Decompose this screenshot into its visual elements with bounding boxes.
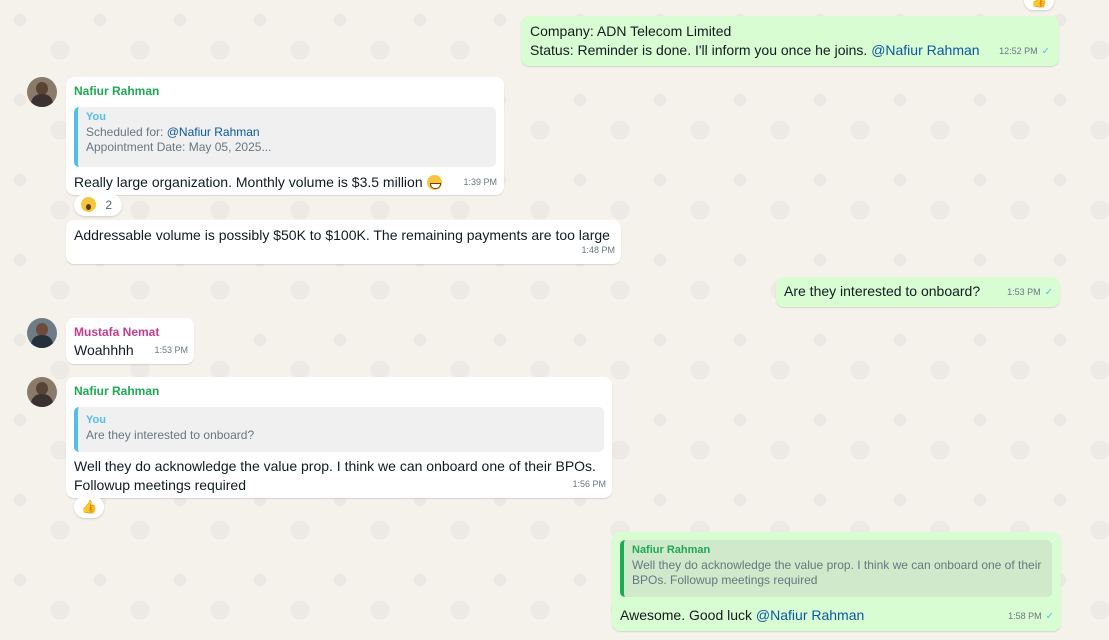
top-reaction[interactable]: 👍: [1024, 0, 1055, 10]
check-icon: ✓: [1045, 611, 1054, 622]
message-text: Addressable volume is possibly $50K to $…: [74, 227, 610, 243]
message-bubble-incoming[interactable]: Nafiur Rahman You Are they interested to…: [66, 377, 612, 498]
message-reaction[interactable]: 👍: [74, 496, 104, 518]
message-line: Company: ADN Telecom Limited: [530, 23, 732, 39]
message-bubble-outgoing[interactable]: Company: ADN Telecom Limited Status: Rem…: [521, 16, 1059, 66]
message-bubble-outgoing[interactable]: Nafiur Rahman Well they do acknowledge t…: [612, 532, 1061, 631]
quote-author: Nafiur Rahman: [632, 544, 711, 556]
quote-author: You: [86, 111, 106, 123]
message-line: Status: Reminder is done. I'll inform yo…: [530, 41, 980, 60]
message-text: Are they interested to onboard?: [784, 283, 981, 299]
mention-link[interactable]: @Nafiur Rahman: [871, 42, 979, 58]
sender-name[interactable]: Nafiur Rahman: [74, 83, 159, 99]
sender-name[interactable]: Nafiur Rahman: [74, 383, 159, 399]
sender-avatar[interactable]: [27, 318, 57, 348]
sender-name[interactable]: Mustafa Nemat: [74, 324, 159, 340]
quoted-message[interactable]: Nafiur Rahman Well they do acknowledge t…: [620, 540, 1052, 597]
message-bubble-incoming[interactable]: Addressable volume is possibly $50K to $…: [66, 220, 621, 264]
avatar-body: [31, 94, 53, 107]
sender-avatar[interactable]: [27, 377, 57, 407]
message-time: 1:53 PM: [154, 345, 188, 355]
thumbs-up-icon: 👍: [1031, 0, 1048, 8]
message-text: Awesome. Good luck: [620, 607, 756, 623]
reaction-count: 2: [105, 198, 113, 212]
message-time: 1:58 PM ✓: [1008, 611, 1054, 622]
message-line: Really large organization. Monthly volum…: [74, 173, 442, 192]
quote-line: Appointment Date: May 05, 2025...: [86, 140, 272, 154]
quote-line: Are they interested to onboard?: [86, 428, 255, 442]
check-icon: ✓: [1044, 287, 1053, 298]
quoted-message[interactable]: You Scheduled for: @Nafiur Rahman Appoin…: [74, 107, 496, 167]
message-time: 1:39 PM: [463, 177, 497, 187]
quote-line: Scheduled for: @Nafiur Rahman: [86, 125, 260, 139]
grinning-sweat-emoji-icon: [426, 175, 442, 190]
quote-author: You: [86, 414, 106, 426]
message-text: Woahhhh: [74, 342, 134, 358]
message-bubble-outgoing[interactable]: Are they interested to onboard? 1:53 PM ✓: [776, 277, 1060, 307]
mention-link: @Nafiur Rahman: [166, 125, 260, 139]
message-reaction[interactable]: 2: [74, 194, 122, 216]
quote-line: BPOs. Followup meetings required: [632, 573, 818, 587]
message-bubble-incoming[interactable]: Mustafa Nemat Woahhhh 1:53 PM: [66, 318, 194, 364]
avatar-body: [31, 394, 53, 407]
message-bubble-incoming[interactable]: Nafiur Rahman You Scheduled for: @Nafiur…: [66, 77, 504, 195]
message-time: 1:48 PM: [581, 245, 615, 255]
surprised-face-icon: [81, 197, 96, 212]
mention-link[interactable]: @Nafiur Rahman: [756, 607, 864, 623]
message-time: 12:52 PM ✓: [999, 46, 1050, 57]
quoted-message[interactable]: You Are they interested to onboard?: [74, 407, 604, 452]
message-time: 1:53 PM ✓: [1007, 287, 1053, 298]
message-text: Really large organization. Monthly volum…: [74, 174, 423, 190]
sender-avatar[interactable]: [27, 77, 57, 107]
check-icon: ✓: [1041, 46, 1050, 57]
avatar-body: [31, 335, 53, 348]
message-line: Awesome. Good luck @Nafiur Rahman: [620, 606, 864, 625]
message-time: 1:56 PM: [572, 479, 606, 489]
thumbs-up-icon: 👍: [81, 499, 98, 514]
message-line: Well they do acknowledge the value prop.…: [74, 458, 596, 474]
quote-line: Well they do acknowledge the value prop.…: [632, 558, 1042, 572]
message-text: Status: Reminder is done. I'll inform yo…: [530, 42, 872, 58]
message-line: Followup meetings required: [74, 477, 246, 493]
